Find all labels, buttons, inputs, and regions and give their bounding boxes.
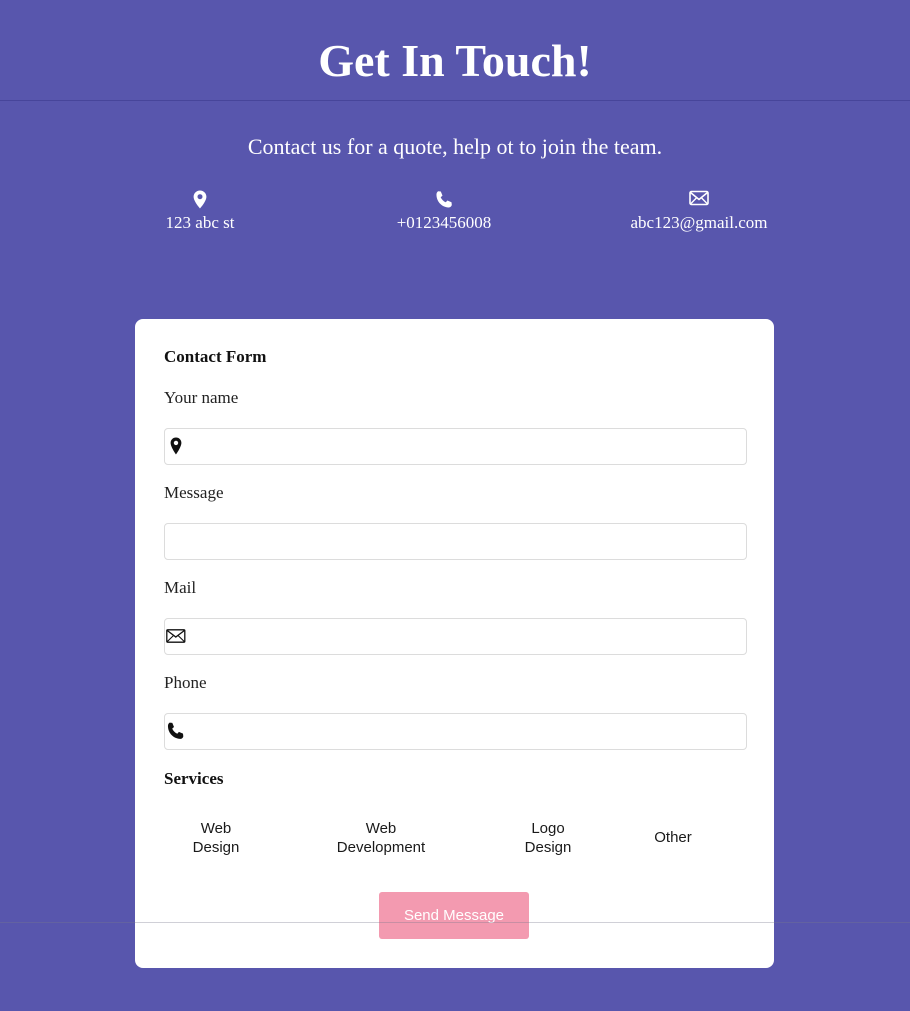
service-label-line2: Design	[524, 839, 572, 856]
envelope-icon	[166, 626, 186, 646]
service-label-line1: Web	[200, 820, 232, 837]
message-input[interactable]	[169, 524, 743, 559]
service-label-line2: Development	[336, 839, 426, 856]
name-label: Your name	[164, 388, 239, 407]
send-message-button[interactable]: Send Message	[379, 892, 529, 939]
page-subtitle: Contact us for a quote, help ot to join …	[247, 134, 663, 159]
phone-icon	[166, 721, 186, 741]
service-label-line1: Other	[654, 829, 692, 846]
phone-input[interactable]	[189, 714, 743, 749]
form-heading: Contact Form	[164, 347, 267, 366]
services-heading: Services	[164, 769, 224, 788]
page-title: Get In Touch!	[318, 35, 592, 86]
map-pin-icon	[80, 190, 320, 212]
envelope-icon	[579, 190, 819, 212]
divider-line	[0, 922, 910, 923]
mail-label: Mail	[164, 578, 197, 597]
contact-form-card: Contact Form Your name Message Mail Phon…	[135, 319, 774, 968]
service-label-line1: Web	[365, 820, 397, 837]
contact-email: abc123@gmail.com	[579, 190, 819, 234]
contact-address: 123 abc st	[80, 190, 320, 234]
phone-icon	[324, 190, 564, 212]
service-other[interactable]: Other	[643, 828, 703, 847]
service-label-line2: Design	[192, 839, 240, 856]
service-web-development[interactable]: Web Development	[326, 819, 436, 857]
name-field-wrapper	[164, 428, 747, 465]
contact-email-text: abc123@gmail.com	[630, 213, 768, 232]
page-header: Get In Touch!	[0, 0, 910, 101]
name-input[interactable]	[189, 429, 743, 464]
phone-field-wrapper	[164, 713, 747, 750]
service-web-design[interactable]: Web Design	[181, 819, 251, 857]
contact-address-text: 123 abc st	[165, 213, 235, 232]
map-pin-icon	[166, 436, 186, 456]
message-field-wrapper	[164, 523, 747, 560]
mail-field-wrapper	[164, 618, 747, 655]
message-label: Message	[164, 483, 224, 502]
phone-label: Phone	[164, 673, 207, 692]
mail-input[interactable]	[189, 619, 743, 654]
contact-phone: +0123456008	[324, 190, 564, 234]
service-label-line1: Logo	[531, 820, 565, 837]
contact-phone-text: +0123456008	[396, 213, 492, 232]
service-logo-design[interactable]: Logo Design	[513, 819, 583, 857]
